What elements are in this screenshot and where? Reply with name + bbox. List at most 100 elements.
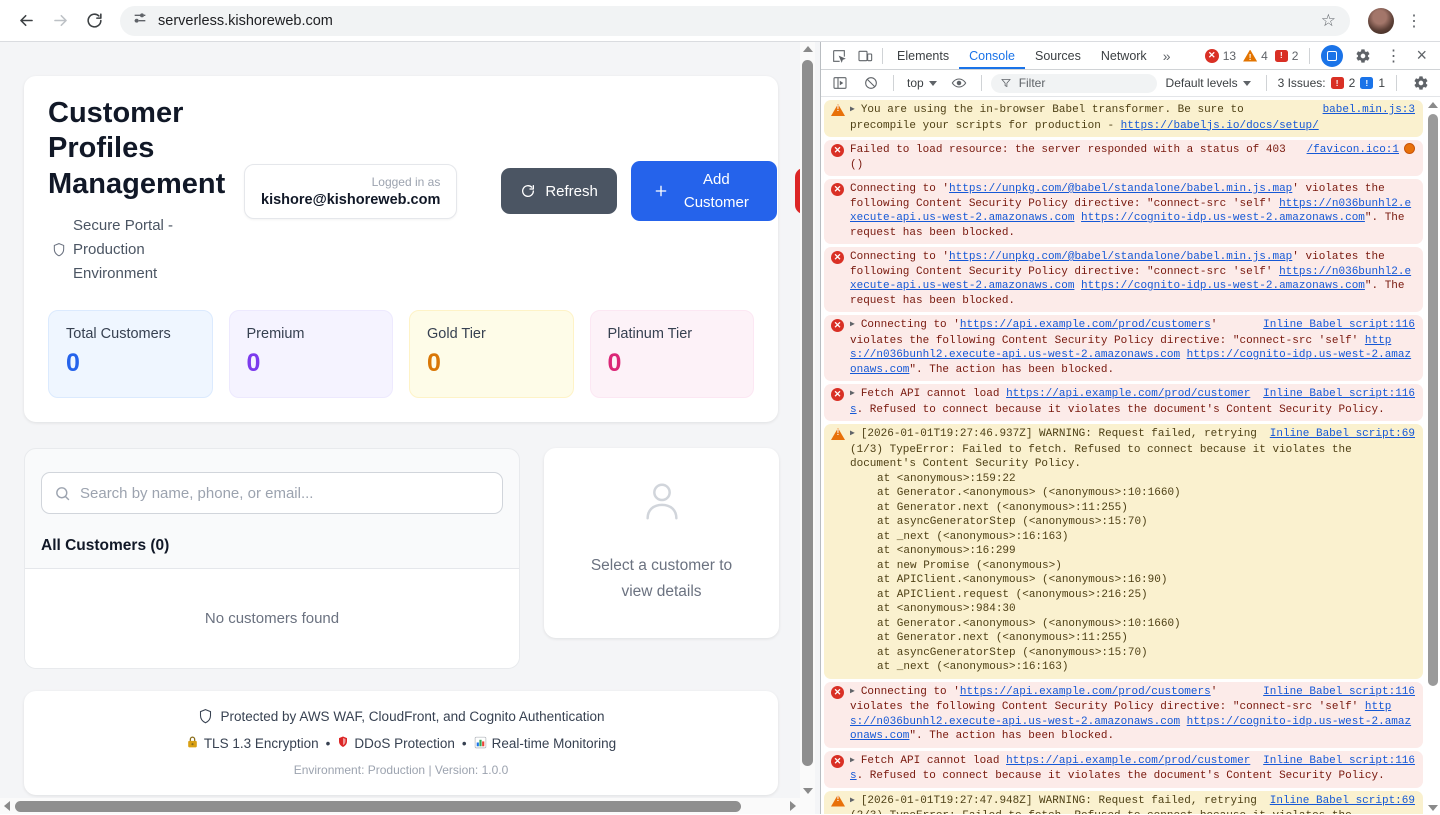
source-link[interactable]: Inline Babel script:116	[1263, 686, 1415, 698]
warning-count-badge[interactable]: ! 4	[1243, 49, 1268, 63]
error-icon: ✕	[831, 686, 844, 699]
refresh-icon	[520, 183, 536, 199]
stat-value: 0	[608, 349, 737, 378]
avatar[interactable]	[1368, 8, 1394, 34]
warning-icon: !	[831, 795, 845, 807]
scroll-left-icon[interactable]	[4, 801, 10, 811]
console-link[interactable]: https://unpkg.com/@babel/standalone/babe…	[949, 183, 1292, 195]
scroll-down-icon[interactable]	[803, 788, 813, 794]
customer-list-empty: No customers found	[25, 568, 519, 668]
console-link[interactable]: https://unpkg.com/@babel/standalone/babe…	[949, 251, 1292, 263]
device-toolbar-button[interactable]	[852, 43, 878, 69]
more-tabs-icon[interactable]: »	[1157, 48, 1177, 64]
stack-frame: at _next (<anonymous>:16:163)	[850, 530, 1415, 545]
console-message: ✕Inline Babel script:116▶Fetch API canno…	[824, 751, 1423, 788]
devtools-menu-icon[interactable]: ⋮	[1383, 46, 1403, 66]
logged-in-label: Logged in as	[261, 175, 440, 189]
detail-placeholder: Select a customer to view details	[582, 553, 742, 604]
warning-icon: !	[831, 104, 845, 116]
console-sidebar-icon[interactable]	[827, 70, 853, 96]
tab-network[interactable]: Network	[1091, 42, 1157, 69]
reload-button[interactable]	[78, 5, 110, 37]
console-settings-icon[interactable]	[1408, 70, 1434, 96]
source-link[interactable]: /favicon.ico:1	[1307, 144, 1399, 156]
stat-card: Platinum Tier0	[590, 310, 755, 398]
customer-detail-card: Select a customer to view details	[544, 448, 779, 638]
console-link[interactable]: https://cognito-idp.us-west-2.amazonaws.…	[1081, 280, 1365, 292]
console-link[interactable]: https://babeljs.io/docs/setup/	[1121, 120, 1319, 132]
page-horizontal-scrollbar[interactable]	[0, 798, 800, 814]
source-link[interactable]: Inline Babel script:69	[1270, 428, 1415, 440]
shield-icon	[52, 242, 66, 258]
stat-value: 0	[66, 349, 195, 378]
console-filter-input[interactable]: Filter	[991, 74, 1157, 93]
devtools-tabbar: ElementsConsoleSourcesNetwork » ✕ 13 ! 4…	[821, 42, 1440, 70]
inspect-element-button[interactable]	[826, 43, 852, 69]
console-message: ✕Inline Babel script:116▶Fetch API canno…	[824, 384, 1423, 421]
tab-elements[interactable]: Elements	[887, 42, 959, 69]
expand-triangle-icon[interactable]: ▶	[850, 318, 855, 333]
expand-triangle-icon[interactable]: ▶	[850, 103, 855, 118]
search-input[interactable]: Search by name, phone, or email...	[41, 472, 503, 514]
error-icon: ✕	[831, 388, 844, 401]
clear-console-icon[interactable]	[858, 70, 884, 96]
context-selector[interactable]: top	[903, 76, 941, 90]
refresh-button[interactable]: Refresh	[501, 168, 617, 214]
expand-triangle-icon[interactable]: ▶	[850, 427, 855, 442]
console-message: ✕Inline Babel script:116▶Connecting to '…	[824, 682, 1423, 748]
close-devtools-icon[interactable]: ×	[1410, 45, 1433, 66]
security-badge: TLS 1.3 Encryption	[186, 735, 319, 752]
default-levels-dropdown[interactable]: Default levels	[1162, 76, 1255, 90]
address-bar[interactable]: serverless.kishoreweb.com ☆	[120, 6, 1350, 36]
expand-triangle-icon[interactable]: ▶	[850, 685, 855, 700]
error-icon: ✕	[831, 144, 844, 157]
source-link[interactable]: Inline Babel script:69	[1270, 795, 1415, 807]
scroll-up-icon[interactable]	[1428, 102, 1438, 108]
console-link[interactable]: https://api.example.com/prod/customers	[960, 319, 1211, 331]
expand-triangle-icon[interactable]: ▶	[850, 794, 855, 809]
source-link[interactable]: Inline Babel script:116	[1263, 319, 1415, 331]
chevron-down-icon	[929, 81, 937, 86]
console-scrollbar[interactable]	[1425, 98, 1440, 815]
shield-icon	[198, 708, 213, 725]
footer-card: Protected by AWS WAF, CloudFront, and Co…	[24, 691, 778, 795]
error-icon: ✕	[831, 755, 844, 768]
source-link[interactable]: Inline Babel script:116	[1263, 755, 1415, 767]
expand-triangle-icon[interactable]: ▶	[850, 387, 855, 402]
filter-funnel-icon	[1000, 77, 1012, 89]
scroll-right-icon[interactable]	[790, 801, 796, 811]
expand-triangle-icon[interactable]: ▶	[850, 754, 855, 769]
browser-menu-icon[interactable]: ⋮	[1404, 11, 1430, 31]
scroll-up-icon[interactable]	[803, 46, 813, 52]
source-link[interactable]: babel.min.js:3	[1323, 104, 1415, 116]
console-link[interactable]: https://cognito-idp.us-west-2.amazonaws.…	[1081, 212, 1365, 224]
back-button[interactable]	[10, 5, 42, 37]
chevron-down-icon	[1243, 81, 1251, 86]
create-live-expression-icon[interactable]	[946, 70, 972, 96]
device-toolbar-icon	[857, 48, 873, 64]
tab-console[interactable]: Console	[959, 42, 1025, 69]
back-icon	[17, 11, 36, 30]
vertical-scroll-thumb[interactable]	[802, 60, 813, 766]
source-link[interactable]: Inline Babel script:116	[1263, 388, 1415, 400]
stack-frame: at Generator.<anonymous> (<anonymous>:10…	[850, 486, 1415, 501]
add-customer-button[interactable]: Add Customer	[631, 161, 777, 221]
devtools-settings-button[interactable]	[1350, 43, 1376, 69]
site-info-icon[interactable]	[132, 10, 148, 31]
error-count-badge[interactable]: ✕ 13	[1205, 49, 1236, 63]
tab-sources[interactable]: Sources	[1025, 42, 1091, 69]
horizontal-scroll-thumb[interactable]	[15, 801, 741, 812]
issues-counter[interactable]: 3 Issues: ! 2 ! 1	[1278, 76, 1385, 90]
bookmark-star-icon[interactable]: ☆	[1313, 11, 1344, 31]
page-vertical-scrollbar[interactable]	[800, 42, 815, 798]
forward-button[interactable]	[44, 5, 76, 37]
console-scroll-thumb[interactable]	[1428, 114, 1438, 686]
console-message: ✕Connecting to 'https://unpkg.com/@babel…	[824, 179, 1423, 244]
search-icon	[54, 485, 71, 502]
stack-frame: at <anonymous>:159:22	[850, 472, 1415, 487]
browser-toolbar: serverless.kishoreweb.com ☆ ⋮	[0, 0, 1440, 42]
scroll-down-icon[interactable]	[1428, 805, 1438, 811]
issues-count-badge[interactable]: ! 2	[1275, 49, 1299, 63]
console-link[interactable]: https://api.example.com/prod/customers	[960, 686, 1211, 698]
extension-icon[interactable]	[1321, 45, 1343, 67]
